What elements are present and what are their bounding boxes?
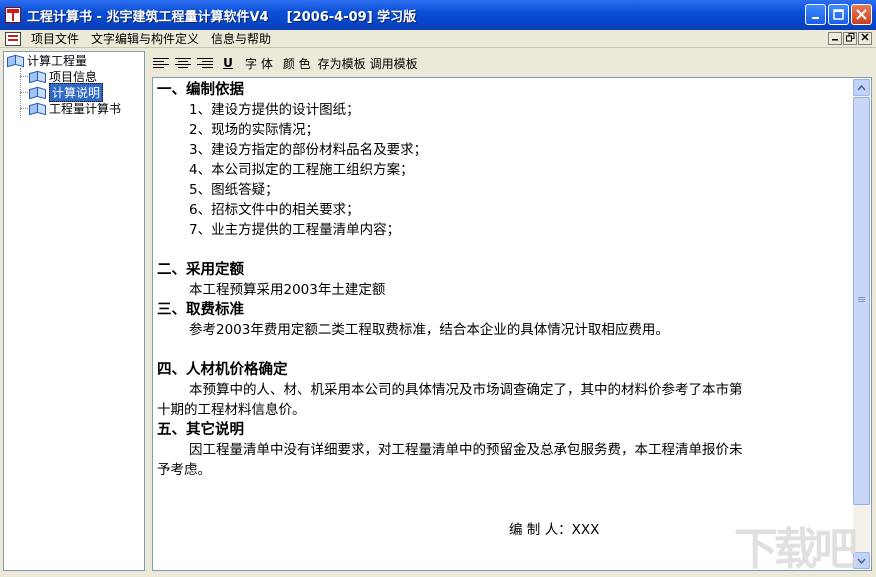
document-menu-icon[interactable] [5,31,21,46]
maximize-button[interactable] [828,4,849,25]
tree-item-calc-sheet[interactable]: 工程量计算书 [28,100,121,116]
list-item: 6、招标文件中的相关要求； [189,202,360,218]
section-4-text-cont: 十期的工程材料信息价。 [157,402,306,418]
menu-bar: 项目文件 文字编辑与构件定义 信息与帮助 [0,30,876,48]
restore-icon [845,33,854,42]
section-2-title: 二、采用定额 [157,262,244,278]
book-icon [6,54,24,66]
section-3-text: 参考2003年费用定额二类工程取费标准，结合本企业的具体情况计取相应费用。 [189,322,669,338]
close-icon [861,33,869,41]
menu-text-edit[interactable]: 文字编辑与构件定义 [85,30,205,47]
align-left-icon [153,57,169,69]
section-5-text-cont: 予考虑。 [157,462,211,478]
section-1-title: 一、编制依据 [157,82,244,98]
minimize-icon [832,39,838,41]
align-right-button[interactable] [194,54,216,72]
minimize-icon [811,16,819,19]
child-close-button[interactable] [858,32,872,45]
align-center-icon [175,57,191,69]
minimize-button[interactable] [805,4,826,25]
section-3-title: 三、取费标准 [157,302,244,318]
align-center-button[interactable] [172,54,194,72]
color-button[interactable]: 颜 色 [278,54,316,72]
section-4-text: 本预算中的人、材、机采用本公司的具体情况及市场调查确定了，其中的材料价参考了本市… [189,382,743,398]
list-item: 2、现场的实际情况； [189,122,320,138]
format-toolbar: U 字 体 颜 色 存为模板 调用模板 [150,53,872,73]
book-icon [28,102,46,114]
tree-item-label: 工程量计算书 [49,101,122,116]
menu-project-file[interactable]: 项目文件 [25,30,85,47]
book-icon [28,70,46,82]
window-title: 工程计算书 - 兆宇建筑工程量计算软件V4 [2006-4-09] 学习版 [27,9,417,25]
menu-info-help[interactable]: 信息与帮助 [205,30,277,47]
tree-root[interactable]: 计算工程量 [6,52,87,68]
chevron-up-icon [857,84,866,90]
scroll-thumb[interactable] [853,97,870,505]
scroll-up-button[interactable] [853,79,870,96]
vertical-scrollbar[interactable] [853,79,870,569]
align-right-icon [197,57,213,69]
font-button[interactable]: 字 体 [240,54,278,72]
load-template-button[interactable]: 调用模板 [368,54,420,72]
project-tree: 计算工程量 项目信息 计算说明 工程量计算书 [3,51,145,571]
list-item: 1、建设方提供的设计图纸； [189,102,360,118]
underline-button[interactable]: U [220,54,236,72]
section-2-text: 本工程预算采用2003年土建定额 [189,282,386,298]
section-5-title: 五、其它说明 [157,422,244,438]
list-item: 7、业主方提供的工程量清单内容； [189,222,401,238]
document-editor[interactable]: 一、编制依据 1、建设方提供的设计图纸； 2、现场的实际情况； 3、建设方指定的… [152,77,872,571]
save-template-button[interactable]: 存为模板 [316,54,368,72]
child-minimize-button[interactable] [828,32,842,45]
watermark-logo: 下载吧 [734,524,858,575]
close-icon [856,9,867,20]
list-item: 4、本公司拟定的工程施工组织方案； [189,162,414,178]
app-icon [5,7,21,23]
section-4-title: 四、人材机价格确定 [157,362,288,378]
tree-root-label: 计算工程量 [27,53,88,68]
child-restore-button[interactable] [843,32,857,45]
close-button[interactable] [851,4,872,25]
panel-splitter[interactable] [145,51,150,571]
list-item: 5、图纸答疑； [189,182,279,198]
section-5-text: 因工程量清单中没有详细要求，对工程量清单中的预留金及总承包服务费，本工程清单报价… [189,442,743,458]
title-bar: 工程计算书 - 兆宇建筑工程量计算软件V4 [2006-4-09] 学习版 [0,0,876,30]
tree-item-calc-notes[interactable]: 计算说明 [28,82,104,102]
signature-line: 编 制 人：XXX [509,522,600,538]
open-book-icon [28,86,46,98]
align-left-button[interactable] [150,54,172,72]
list-item: 3、建设方指定的部份材料品名及要求； [189,142,428,158]
maximize-icon [833,9,844,20]
